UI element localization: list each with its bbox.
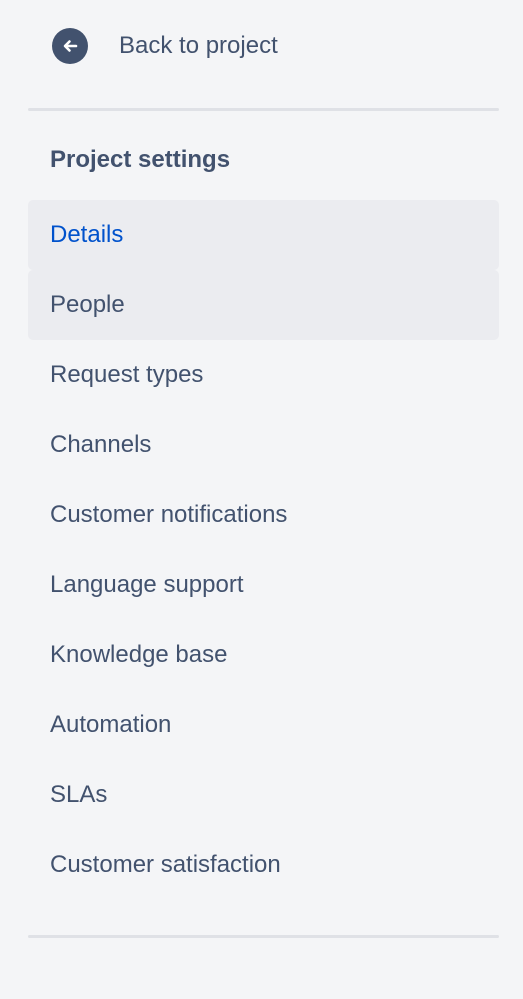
nav-item-people[interactable]: People	[28, 270, 499, 340]
nav-item-label: Channels	[50, 431, 152, 458]
nav-item-language-support[interactable]: Language support	[28, 550, 499, 620]
arrow-left-circle-icon	[52, 28, 88, 64]
nav-item-customer-notifications[interactable]: Customer notifications	[28, 480, 499, 550]
nav-item-automation[interactable]: Automation	[28, 690, 499, 760]
nav-item-details[interactable]: Details	[28, 200, 499, 270]
nav-item-label: Customer satisfaction	[50, 851, 281, 878]
top-divider	[28, 108, 499, 111]
section-title: Project settings	[50, 146, 231, 173]
nav-item-label: Knowledge base	[50, 641, 228, 668]
nav-item-label: Language support	[50, 571, 244, 598]
bottom-divider	[28, 935, 499, 938]
nav-item-label: Customer notifications	[50, 501, 288, 528]
back-to-project-link[interactable]: Back to project	[52, 27, 278, 65]
nav-item-customer-satisfaction[interactable]: Customer satisfaction	[28, 830, 499, 900]
nav-item-label: Request types	[50, 361, 204, 388]
nav-item-label: SLAs	[50, 781, 108, 808]
nav-item-label: Details	[50, 221, 124, 248]
back-to-project-label: Back to project	[119, 32, 278, 59]
nav-item-slas[interactable]: SLAs	[28, 760, 499, 830]
nav-item-knowledge-base[interactable]: Knowledge base	[28, 620, 499, 690]
nav-item-channels[interactable]: Channels	[28, 410, 499, 480]
nav-item-label: Automation	[50, 711, 172, 738]
nav-item-request-types[interactable]: Request types	[28, 340, 499, 410]
nav-item-label: People	[50, 291, 125, 318]
settings-nav: Details People Request types Channels Cu…	[28, 200, 499, 900]
